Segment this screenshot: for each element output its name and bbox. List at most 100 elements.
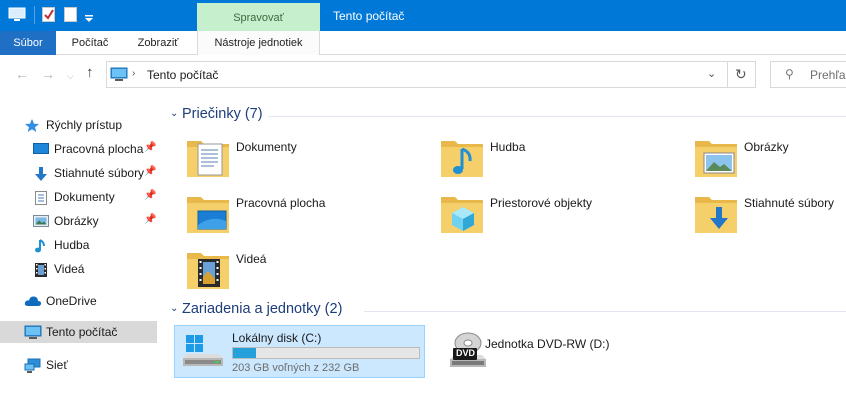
sidebar-item-documents[interactable]: Dokumenty 📌 <box>0 186 157 208</box>
context-tab-label: Spravovať <box>233 12 284 24</box>
drive-tile-c[interactable]: Lokálny disk (C:) 203 GB voľných z 232 G… <box>174 325 425 378</box>
cloud-icon <box>24 294 42 308</box>
toolbar-divider <box>34 6 35 24</box>
pin-icon[interactable]: 📌 <box>144 142 156 153</box>
address-dropdown-icon[interactable]: ⌄ <box>707 67 716 80</box>
computer-icon[interactable] <box>8 7 26 26</box>
customize-qa-dropdown-icon[interactable] <box>85 12 94 26</box>
refresh-icon: ↻ <box>735 66 747 82</box>
sidebar-item-onedrive[interactable]: OneDrive <box>0 290 157 312</box>
downloads-folder-icon <box>692 191 740 239</box>
sidebar-item-label: Hudba <box>54 238 90 252</box>
search-input[interactable]: ⚲ Prehľadávať <box>770 61 846 88</box>
sidebar-item-label: Videá <box>54 262 85 276</box>
folder-label: Dokumenty <box>236 140 297 154</box>
ribbon-tabs: Súbor Počítač Zobraziť Nástroje jednotie… <box>0 31 846 55</box>
sidebar-item-label: Pracovná plocha <box>54 142 144 156</box>
sidebar-item-quick-access[interactable]: Rýchly prístup <box>0 114 157 136</box>
folder-tile-desktop[interactable]: Pracovná plocha <box>184 191 414 243</box>
desktop-icon <box>33 142 49 156</box>
windows-drive-icon <box>179 332 227 375</box>
folder-tile-pictures[interactable]: Obrázky <box>692 135 846 187</box>
pictures-folder-icon <box>692 135 740 183</box>
folder-label: Priestorové objekty <box>490 196 593 210</box>
videos-folder-icon <box>184 247 232 295</box>
breadcrumb-this-pc[interactable]: Tento počítač <box>147 68 218 82</box>
music-note-icon <box>33 238 49 253</box>
sidebar-item-label: Tento počítač <box>46 325 118 339</box>
document-icon <box>33 190 49 205</box>
window-title: Tento počítač <box>333 9 405 23</box>
group-title: Zariadenia a jednotky (2) <box>182 301 343 317</box>
computer-icon <box>110 67 128 85</box>
folder-tile-3d-objects[interactable]: Priestorové objekty <box>438 191 668 243</box>
new-folder-icon[interactable] <box>64 7 78 26</box>
sidebar-item-label: Rýchly prístup <box>46 118 123 132</box>
tab-computer[interactable]: Počítač <box>60 31 120 55</box>
properties-icon[interactable] <box>42 7 56 26</box>
group-header-devices[interactable]: ⌄ Zariadenia a jednotky (2) <box>168 301 846 321</box>
back-arrow-icon[interactable]: ← <box>15 66 29 82</box>
group-title: Priečinky (7) <box>182 106 263 122</box>
computer-icon <box>24 325 42 339</box>
tab-file[interactable]: Súbor <box>0 31 56 55</box>
group-header-folders[interactable]: ⌄ Priečinky (7) <box>168 106 846 126</box>
chevron-down-icon[interactable]: ⌄ <box>170 303 178 314</box>
sidebar-item-label: Sieť <box>46 358 68 372</box>
search-icon: ⚲ <box>785 67 794 81</box>
music-folder-icon <box>438 135 486 183</box>
drive-usage-fill <box>233 348 257 358</box>
refresh-button[interactable]: ↻ <box>728 61 756 88</box>
sidebar-item-music[interactable]: Hudba <box>0 234 157 256</box>
forward-arrow-icon[interactable]: → <box>41 66 55 82</box>
up-arrow-icon[interactable]: ↑ <box>86 65 94 81</box>
navigation-pane: Rýchly prístup Pracovná plocha 📌 Stiahnu… <box>0 100 160 413</box>
dvd-badge-text: DVD <box>456 348 476 358</box>
search-placeholder: Prehľadávať <box>810 68 846 82</box>
sidebar-item-label: Obrázky <box>54 214 99 228</box>
sidebar-item-pictures[interactable]: Obrázky 📌 <box>0 210 157 232</box>
sidebar-item-network[interactable]: Sieť <box>0 354 157 376</box>
drive-label: Lokálny disk (C:) <box>232 331 322 345</box>
pin-icon[interactable]: 📌 <box>144 214 156 225</box>
desktop-folder-icon <box>184 191 232 239</box>
context-tab-manage-header[interactable]: Spravovať <box>197 3 320 31</box>
folder-tile-videos[interactable]: Videá <box>184 247 414 299</box>
folder-label: Stiahnuté súbory <box>744 196 835 210</box>
folder-tile-downloads[interactable]: Stiahnuté súbory <box>692 191 846 243</box>
3d-objects-folder-icon <box>438 191 486 239</box>
address-bar[interactable]: › Tento počítač ⌄ <box>106 61 728 88</box>
folder-label: Hudba <box>490 140 526 154</box>
film-icon <box>33 262 49 277</box>
chevron-down-icon[interactable]: ⌄ <box>170 108 178 119</box>
folder-label: Videá <box>236 252 267 266</box>
pin-icon[interactable]: 📌 <box>144 190 156 201</box>
group-divider <box>268 116 846 117</box>
sidebar-item-downloads[interactable]: Stiahnuté súbory 📌 <box>0 162 157 184</box>
sidebar-item-this-pc[interactable]: Tento počítač <box>0 321 157 343</box>
sidebar-item-label: Stiahnuté súbory <box>54 166 145 180</box>
drive-label: Jednotka DVD-RW (D:) <box>485 337 610 351</box>
sidebar-item-desktop[interactable]: Pracovná plocha 📌 <box>0 138 157 160</box>
picture-icon <box>33 214 49 228</box>
pin-icon[interactable]: 📌 <box>144 166 156 177</box>
title-bar: Spravovať Tento počítač <box>0 0 846 31</box>
tab-drive-tools[interactable]: Nástroje jednotiek <box>197 31 320 55</box>
drive-usage-bar <box>232 347 420 359</box>
folder-tile-documents[interactable]: Dokumenty <box>184 135 414 187</box>
dvd-badge: DVD <box>453 348 477 360</box>
sidebar-item-label: OneDrive <box>46 294 97 308</box>
recent-locations-chevron-icon[interactable]: ⌵ <box>67 68 74 84</box>
drive-tile-d[interactable]: DVD Jednotka DVD-RW (D:) <box>440 325 691 378</box>
sidebar-item-videos[interactable]: Videá <box>0 258 157 280</box>
folder-label: Obrázky <box>744 140 789 154</box>
network-icon <box>24 358 42 373</box>
star-icon <box>24 118 40 132</box>
tab-view[interactable]: Zobraziť <box>126 31 190 55</box>
documents-folder-icon <box>184 135 232 183</box>
folder-tile-music[interactable]: Hudba <box>438 135 668 187</box>
folder-label: Pracovná plocha <box>236 196 326 210</box>
breadcrumb-separator-icon[interactable]: › <box>132 68 135 79</box>
download-arrow-icon <box>33 166 49 181</box>
group-divider <box>364 311 846 312</box>
